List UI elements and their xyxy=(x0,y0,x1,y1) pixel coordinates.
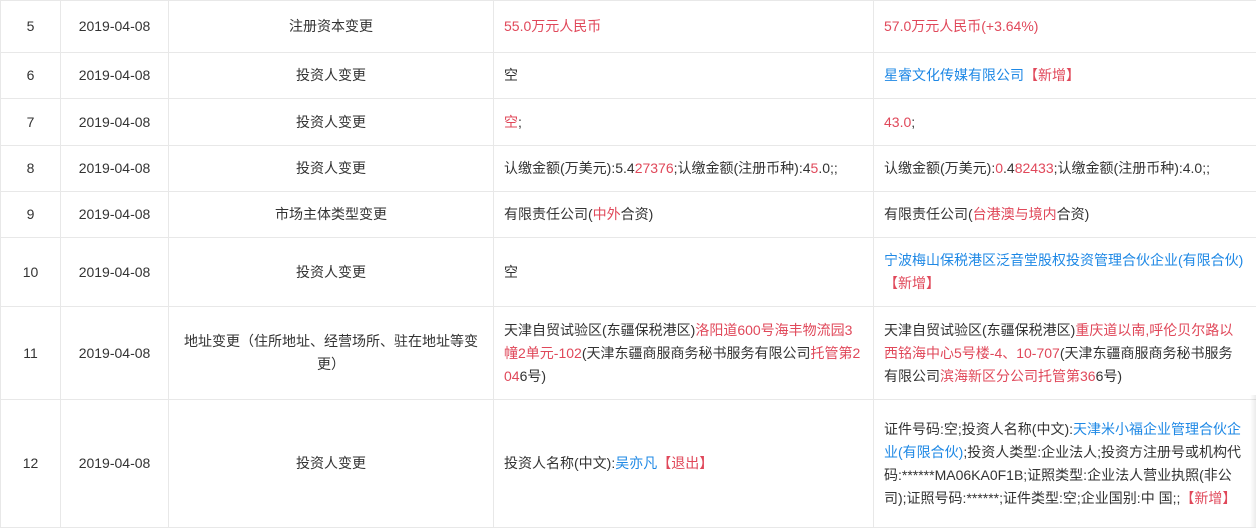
content-segment: 有限责任公司( xyxy=(884,206,973,222)
content-segment: 空 xyxy=(504,114,518,130)
content-segment: 【新增】 xyxy=(884,275,940,291)
row-index: 8 xyxy=(1,146,61,192)
change-date: 2019-04-08 xyxy=(61,400,169,528)
row-index: 12 xyxy=(1,400,61,528)
content-segment: 天津自贸试验区(东疆保税港区) xyxy=(504,322,695,338)
content-segment: .4 xyxy=(1003,160,1015,176)
content-segment: .0;; xyxy=(818,160,837,176)
content-segment: 82433 xyxy=(1015,160,1054,176)
row-index: 10 xyxy=(1,238,61,307)
content-segment: 台港澳与境内 xyxy=(973,206,1057,222)
content-before: 空 xyxy=(494,238,874,307)
table-row: 92019-04-08市场主体类型变更有限责任公司(中外合资)有限责任公司(台港… xyxy=(1,192,1256,238)
content-after: 证件号码:空;投资人名称(中文):天津米小福企业管理合伙企业(有限合伙);投资人… xyxy=(874,400,1256,528)
content-after: 宁波梅山保税港区泛音堂股权投资管理合伙企业(有限合伙) 【新增】 xyxy=(874,238,1256,307)
content-segment: 55.0万元人民币 xyxy=(504,18,601,34)
content-segment: 【退出】 xyxy=(657,455,713,471)
content-segment: 合资) xyxy=(1057,206,1090,222)
content-segment: 合资) xyxy=(621,206,654,222)
content-segment: ;认缴金额(注册币种):4 xyxy=(674,160,811,176)
content-after: 有限责任公司(台港澳与境内合资) xyxy=(874,192,1256,238)
content-segment: 6号) xyxy=(1096,368,1122,384)
change-item: 注册资本变更 xyxy=(169,1,494,53)
content-segment: 滨海新区分公司托管第36 xyxy=(940,368,1096,384)
table-row: 122019-04-08投资人变更投资人名称(中文):吴亦凡【退出】证件号码:空… xyxy=(1,400,1256,528)
content-after: 认缴金额(万美元):0.482433;认缴金额(注册币种):4.0;; xyxy=(874,146,1256,192)
content-after: 43.0; xyxy=(874,99,1256,146)
change-item: 地址变更（住所地址、经营场所、驻在地址等变更） xyxy=(169,307,494,400)
content-before: 有限责任公司(中外合资) xyxy=(494,192,874,238)
content-segment: 27376 xyxy=(635,160,674,176)
table-row: 102019-04-08投资人变更空 宁波梅山保税港区泛音堂股权投资管理合伙企业(… xyxy=(1,238,1256,307)
change-record-body: 52019-04-08注册资本变更55.0万元人民币57.0万元人民币(+3.6… xyxy=(1,1,1256,528)
content-segment: 43.0 xyxy=(884,114,911,130)
content-segment: 5.4 xyxy=(615,160,634,176)
change-date: 2019-04-08 xyxy=(61,53,169,99)
change-item: 投资人变更 xyxy=(169,400,494,528)
scroll-shadow xyxy=(1250,395,1256,527)
content-segment: ;认缴金额(注册币种):4.0;; xyxy=(1054,160,1210,176)
content-segment: ; xyxy=(911,114,915,130)
content-before: 天津自贸试验区(东疆保税港区)洛阳道600号海丰物流园3幢2单元-102(天津东… xyxy=(494,307,874,400)
content-segment: 中外 xyxy=(593,206,621,222)
content-before: 空; xyxy=(494,99,874,146)
row-index: 7 xyxy=(1,99,61,146)
row-index: 5 xyxy=(1,1,61,53)
change-date: 2019-04-08 xyxy=(61,192,169,238)
content-segment: 6号) xyxy=(520,368,546,384)
change-date: 2019-04-08 xyxy=(61,307,169,400)
content-segment: 有限责任公司( xyxy=(504,206,593,222)
content-segment: 0 xyxy=(995,160,1003,176)
row-index: 6 xyxy=(1,53,61,99)
content-segment: 空 xyxy=(504,264,518,280)
company-link[interactable]: 宁波梅山保税港区泛音堂股权投资管理合伙企业(有限合伙) xyxy=(884,252,1243,268)
change-item: 市场主体类型变更 xyxy=(169,192,494,238)
content-before: 投资人名称(中文):吴亦凡【退出】 xyxy=(494,400,874,528)
content-segment: 认缴金额(万美元): xyxy=(884,160,995,176)
content-before: 认缴金额(万美元):5.427376;认缴金额(注册币种):45.0;; xyxy=(494,146,874,192)
row-index: 11 xyxy=(1,307,61,400)
table-row: 82019-04-08投资人变更认缴金额(万美元):5.427376;认缴金额(… xyxy=(1,146,1256,192)
change-item: 投资人变更 xyxy=(169,146,494,192)
change-item: 投资人变更 xyxy=(169,238,494,307)
content-segment: 【新增】 xyxy=(1024,67,1080,83)
change-record-table: 52019-04-08注册资本变更55.0万元人民币57.0万元人民币(+3.6… xyxy=(0,0,1256,528)
content-before: 空 xyxy=(494,53,874,99)
content-segment: 57.0万元人民币(+3.64%) xyxy=(884,18,1038,34)
content-segment: 空 xyxy=(504,67,518,83)
content-segment: 认缴金额(万美元): xyxy=(504,160,615,176)
change-date: 2019-04-08 xyxy=(61,1,169,53)
content-after: 57.0万元人民币(+3.64%) xyxy=(874,1,1256,53)
table-row: 52019-04-08注册资本变更 55.0万元人民币 57.0万元人民币(+3.6… xyxy=(1,1,1256,53)
content-segment: 天津自贸试验区(东疆保税港区) xyxy=(884,322,1075,338)
content-segment: (天津东疆商服商务秘书服务有限公司 xyxy=(582,345,811,361)
change-item: 投资人变更 xyxy=(169,53,494,99)
content-after: 星睿文化传媒有限公司【新增】 xyxy=(874,53,1256,99)
content-after: 天津自贸试验区(东疆保税港区)重庆道以南,呼伦贝尔路以西铭海中心5号楼-4、10… xyxy=(874,307,1256,400)
content-segment: 投资人名称(中文): xyxy=(504,455,615,471)
change-date: 2019-04-08 xyxy=(61,99,169,146)
change-item: 投资人变更 xyxy=(169,99,494,146)
table-row: 62019-04-08投资人变更空 星睿文化传媒有限公司【新增】 xyxy=(1,53,1256,99)
table-row: 72019-04-08投资人变更空;43.0; xyxy=(1,99,1256,146)
row-index: 9 xyxy=(1,192,61,238)
content-before: 55.0万元人民币 xyxy=(494,1,874,53)
content-segment: ; xyxy=(518,114,522,130)
content-segment: 【新增】 xyxy=(1180,490,1236,506)
change-date: 2019-04-08 xyxy=(61,238,169,307)
company-link[interactable]: 吴亦凡 xyxy=(615,455,657,471)
company-link[interactable]: 星睿文化传媒有限公司 xyxy=(884,67,1024,83)
table-row: 112019-04-08地址变更（住所地址、经营场所、驻在地址等变更）天津自贸试… xyxy=(1,307,1256,400)
content-segment: 证件号码:空;投资人名称(中文): xyxy=(884,421,1073,437)
change-date: 2019-04-08 xyxy=(61,146,169,192)
